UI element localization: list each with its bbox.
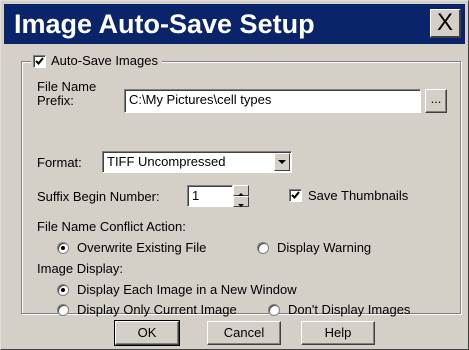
chevron-down-icon (278, 160, 286, 164)
checkmark-icon (291, 191, 300, 199)
spin-down-button[interactable] (233, 196, 249, 207)
help-button[interactable]: Help (301, 321, 375, 345)
no-display-radio[interactable]: Don't Display Images (268, 302, 410, 317)
save-thumbnails-box[interactable] (289, 189, 302, 202)
current-image-radio-circle[interactable] (57, 303, 69, 316)
display-warning-label: Display Warning (277, 240, 372, 255)
display-warning-radio[interactable]: Display Warning (257, 240, 371, 255)
browse-button[interactable]: ... (425, 89, 447, 113)
auto-save-label: Auto-Save Images (51, 53, 158, 68)
overwrite-radio[interactable]: Overwrite Existing File (57, 240, 206, 255)
ok-button[interactable]: OK (114, 320, 180, 346)
new-window-label: Display Each Image in a New Window (77, 282, 297, 297)
no-display-radio-circle[interactable] (268, 303, 280, 316)
suffix-label: Suffix Begin Number: (37, 189, 160, 204)
title-bar[interactable]: Image Auto-Save Setup X (4, 4, 465, 44)
arrow-down-icon (238, 204, 244, 207)
format-value[interactable]: TIFF Uncompressed (102, 151, 292, 173)
auto-save-dialog: Image Auto-Save Setup X Auto-Save Images… (0, 0, 469, 350)
current-image-label: Display Only Current Image (77, 302, 237, 317)
format-select[interactable]: TIFF Uncompressed (102, 151, 292, 173)
radio-selected-dot (61, 287, 65, 292)
new-window-radio-circle[interactable] (57, 283, 69, 296)
new-window-radio[interactable]: Display Each Image in a New Window (57, 282, 297, 297)
radio-selected-dot (61, 245, 65, 250)
window-title: Image Auto-Save Setup (14, 9, 315, 39)
overwrite-label: Overwrite Existing File (77, 240, 207, 255)
overwrite-radio-circle[interactable] (57, 241, 69, 254)
save-thumbnails-checkbox[interactable]: Save Thumbnails (289, 188, 408, 203)
close-button[interactable]: X (430, 9, 461, 38)
dropdown-button[interactable] (274, 153, 290, 171)
image-display-label: Image Display: (37, 261, 123, 276)
format-label: Format: (37, 155, 82, 170)
spin-up-button[interactable] (233, 185, 249, 196)
prefix-label: Prefix: (37, 93, 74, 108)
suffix-input[interactable]: 1 (187, 185, 233, 207)
current-image-radio[interactable]: Display Only Current Image (57, 302, 237, 317)
file-prefix-input[interactable]: C:\My Pictures\cell types (124, 89, 421, 113)
cancel-button[interactable]: Cancel (207, 321, 281, 345)
suffix-spinner[interactable] (233, 185, 249, 207)
checkmark-icon (35, 56, 44, 65)
no-display-label: Don't Display Images (288, 302, 411, 317)
auto-save-checkbox-box[interactable] (33, 54, 46, 68)
close-icon: X (436, 9, 453, 36)
save-thumbnails-label: Save Thumbnails (308, 188, 409, 203)
conflict-action-label: File Name Conflict Action: (37, 219, 186, 234)
display-warning-radio-circle[interactable] (257, 241, 269, 254)
auto-save-checkbox[interactable]: Auto-Save Images (31, 52, 162, 70)
